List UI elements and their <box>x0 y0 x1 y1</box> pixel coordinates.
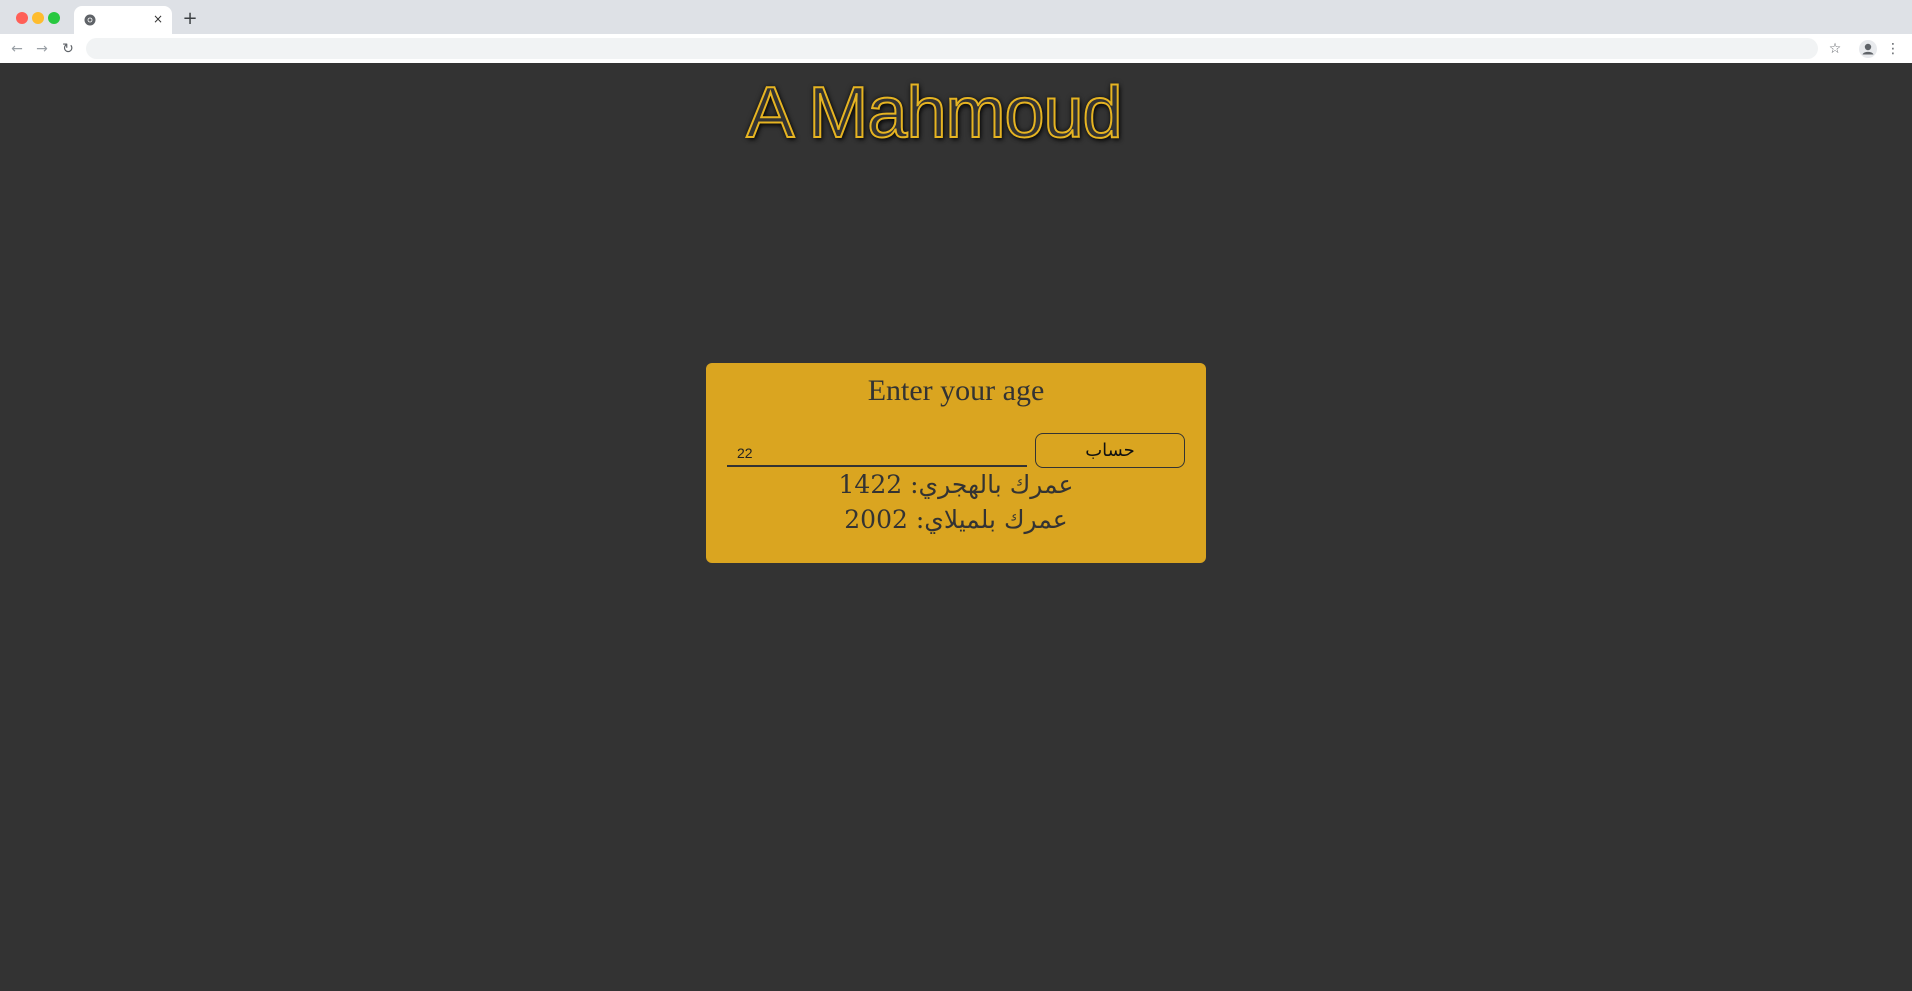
card-heading: Enter your age <box>867 374 1045 407</box>
close-tab-icon[interactable]: × <box>150 11 166 27</box>
forward-arrow-icon[interactable]: → <box>33 40 51 58</box>
page-body: A Mahmoud Enter your age حساب عمرك بالهج… <box>0 63 1912 991</box>
calculate-button[interactable]: حساب <box>1035 433 1185 468</box>
browser-titlebar: × + <box>0 0 1912 34</box>
new-tab-icon[interactable]: + <box>180 9 200 29</box>
site-title: A Mahmoud <box>745 72 1123 154</box>
browser-menu-icon[interactable]: ⋮ <box>1886 40 1900 58</box>
bookmark-star-icon[interactable]: ☆ <box>1826 40 1844 58</box>
reload-icon[interactable]: ↻ <box>59 40 77 58</box>
browser-toolbar: ← → ↻ ☆ ⋮ <box>0 34 1912 64</box>
gregorian-result: عمرك بلميلاي: 2002 <box>844 505 1068 534</box>
age-calculator-card: Enter your age حساب عمرك بالهجري: 1422 ع… <box>706 363 1206 563</box>
maximize-window-button[interactable] <box>48 12 60 24</box>
minimize-window-button[interactable] <box>32 12 44 24</box>
age-input[interactable] <box>727 431 1027 467</box>
close-window-button[interactable] <box>16 12 28 24</box>
back-arrow-icon[interactable]: ← <box>8 40 26 58</box>
chrome-icon <box>84 14 96 26</box>
profile-avatar-icon[interactable] <box>1858 39 1878 59</box>
hijri-result: عمرك بالهجري: 1422 <box>838 470 1074 499</box>
address-bar[interactable] <box>86 38 1818 59</box>
browser-tab[interactable]: × <box>74 6 172 34</box>
